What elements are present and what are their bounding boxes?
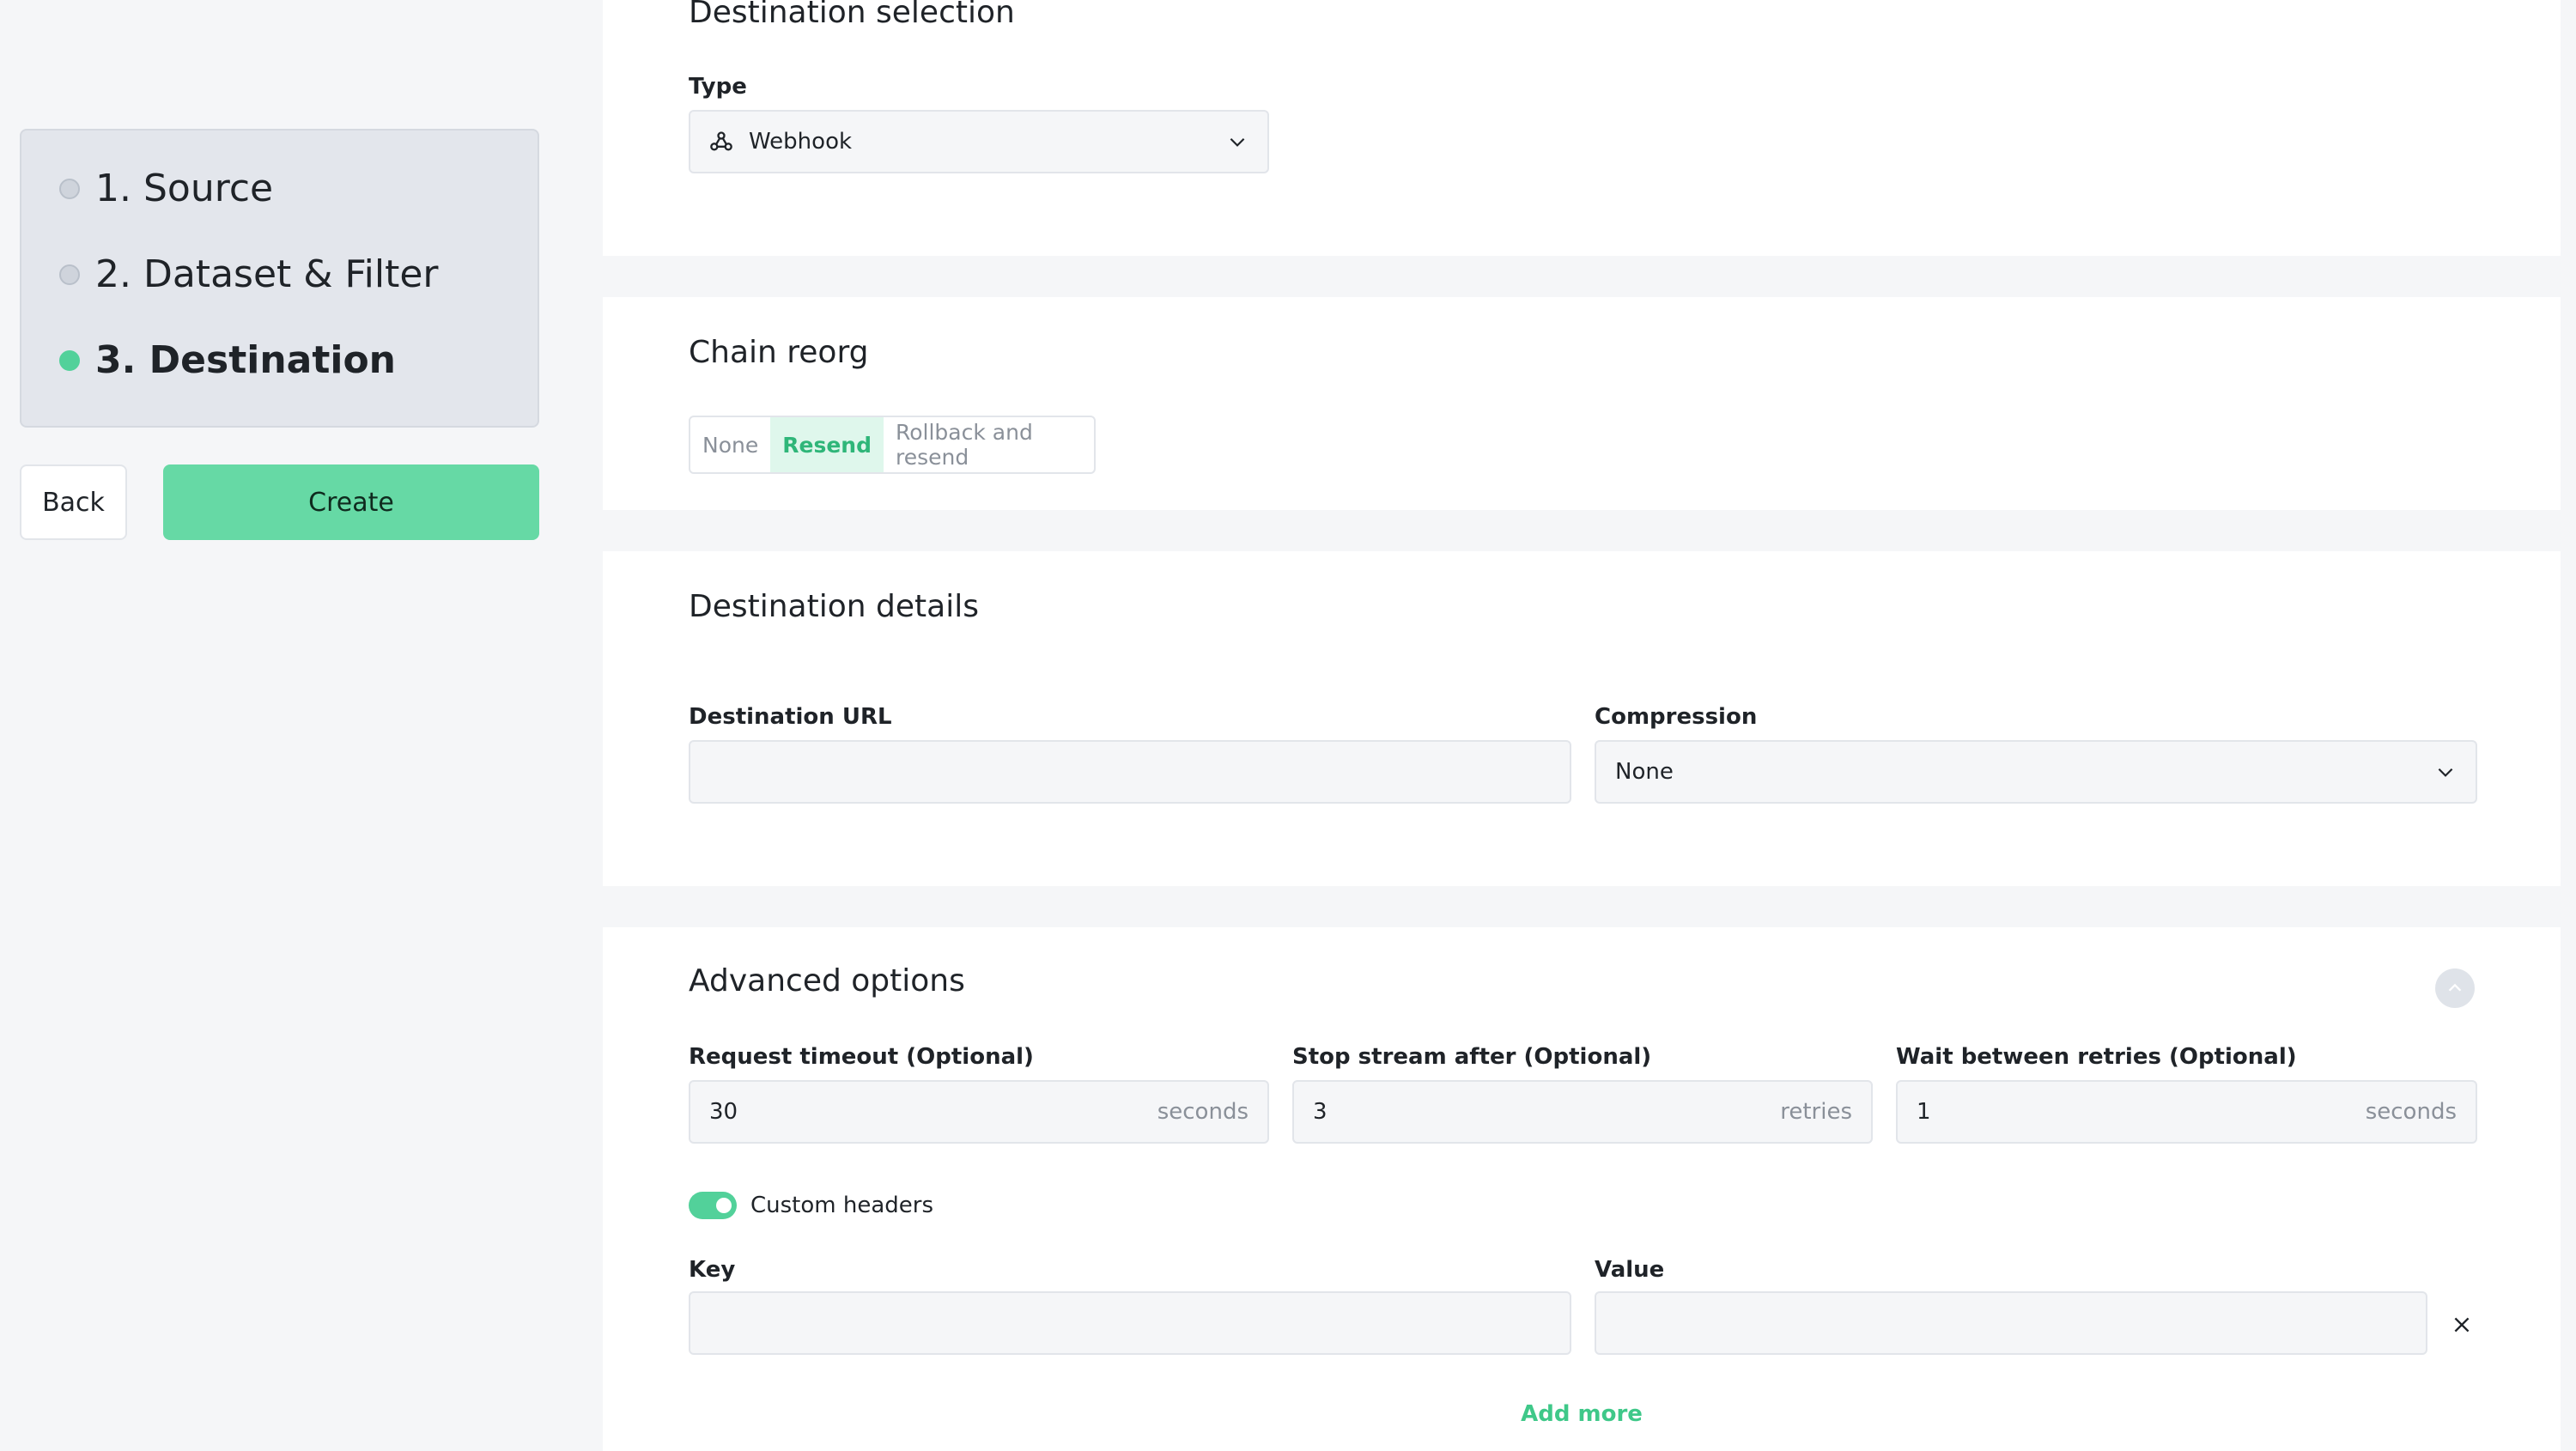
request-timeout-input[interactable]: 30 seconds	[689, 1080, 1269, 1144]
reorg-option-rollback-and-resend[interactable]: Rollback and resend	[884, 417, 1094, 472]
remove-header-button[interactable]	[2449, 1312, 2475, 1338]
step-dataset-filter[interactable]: 2. Dataset & Filter	[59, 252, 439, 296]
custom-headers-toggle[interactable]	[689, 1192, 737, 1219]
destination-details-panel: Destination details Destination URL Comp…	[603, 551, 2561, 886]
key-label: Key	[689, 1257, 736, 1283]
chevron-up-icon	[2448, 983, 2462, 992]
section-title: Destination selection	[689, 0, 1015, 30]
steps-card: 1. Source 2. Dataset & Filter 3. Destina…	[20, 129, 539, 428]
value-label: Value	[1595, 1257, 1665, 1283]
destination-selection-panel: Destination selection Type Webhook	[603, 0, 2561, 256]
wait-retries-label: Wait between retries (Optional)	[1896, 1044, 2297, 1070]
stop-stream-input[interactable]: 3 retries	[1292, 1080, 1873, 1144]
wait-retries-input[interactable]: 1 seconds	[1896, 1080, 2477, 1144]
unit-suffix: seconds	[1157, 1099, 1249, 1125]
section-title: Chain reorg	[689, 335, 869, 370]
chevron-down-icon	[1230, 137, 1245, 147]
header-value-input[interactable]	[1595, 1291, 2427, 1355]
unit-suffix: retries	[1780, 1099, 1852, 1125]
reorg-option-resend[interactable]: Resend	[770, 417, 884, 472]
step-label: 3. Destination	[95, 338, 397, 382]
add-more-link[interactable]: Add more	[603, 1401, 2561, 1427]
custom-headers-row: Custom headers	[689, 1192, 933, 1219]
request-timeout-value: 30	[709, 1099, 738, 1125]
sidebar: 1. Source 2. Dataset & Filter 3. Destina…	[0, 0, 601, 1451]
stop-stream-value: 3	[1313, 1099, 1327, 1125]
section-title: Advanced options	[689, 963, 965, 999]
wait-retries-value: 1	[1917, 1099, 1931, 1125]
step-label: 2. Dataset & Filter	[95, 252, 439, 296]
section-title: Destination details	[689, 589, 979, 624]
close-icon	[2454, 1317, 2470, 1333]
step-status-dot	[59, 349, 80, 371]
reorg-option-none[interactable]: None	[690, 417, 770, 472]
step-status-dot	[59, 178, 80, 199]
type-label: Type	[689, 74, 747, 100]
type-value: Webhook	[749, 129, 853, 155]
compression-select[interactable]: None	[1595, 740, 2477, 804]
advanced-options-panel: Advanced options Request timeout (Option…	[603, 927, 2561, 1451]
step-status-dot	[59, 264, 80, 285]
collapse-button[interactable]	[2435, 968, 2475, 1008]
unit-suffix: seconds	[2365, 1099, 2457, 1125]
create-button[interactable]: Create	[163, 464, 539, 540]
request-timeout-label: Request timeout (Optional)	[689, 1044, 1034, 1070]
header-key-input[interactable]	[689, 1291, 1571, 1355]
compression-value: None	[1615, 759, 1674, 785]
stop-stream-label: Stop stream after (Optional)	[1292, 1044, 1652, 1070]
destination-url-label: Destination URL	[689, 704, 892, 730]
step-label: 1. Source	[95, 167, 274, 210]
webhook-icon	[710, 131, 732, 151]
destination-url-input[interactable]	[689, 740, 1571, 804]
back-button[interactable]: Back	[20, 464, 127, 540]
chevron-down-icon	[2438, 768, 2453, 777]
step-destination[interactable]: 3. Destination	[59, 338, 396, 382]
step-source[interactable]: 1. Source	[59, 167, 273, 210]
custom-headers-label: Custom headers	[750, 1193, 934, 1218]
chain-reorg-panel: Chain reorg None Resend Rollback and res…	[603, 297, 2561, 510]
chain-reorg-segmented-control: None Resend Rollback and resend	[689, 416, 1096, 474]
type-select[interactable]: Webhook	[689, 110, 1269, 173]
compression-label: Compression	[1595, 704, 1758, 730]
